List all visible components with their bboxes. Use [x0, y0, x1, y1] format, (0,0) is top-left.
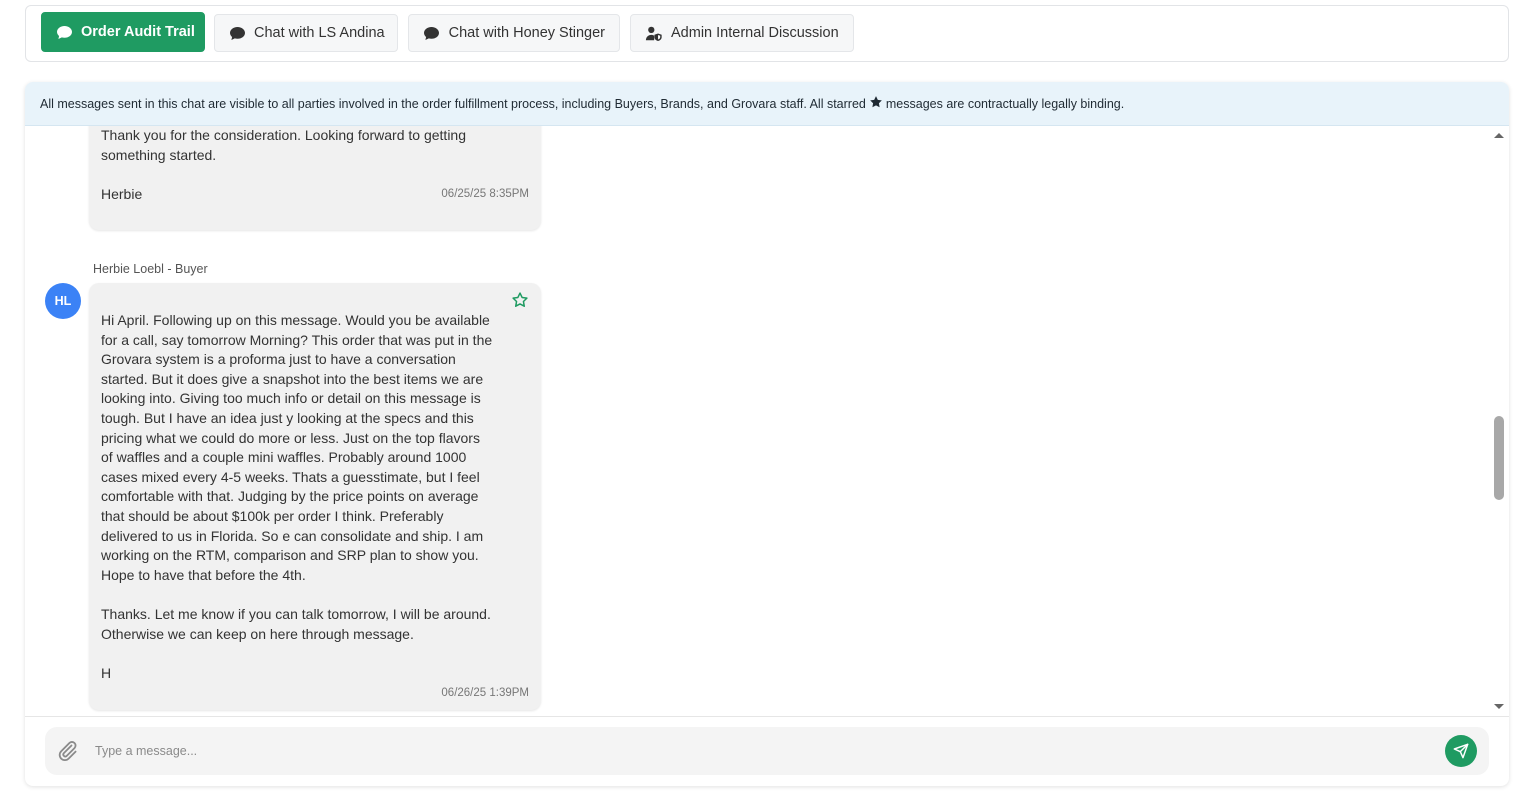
message-timestamp: 06/25/25 8:35PM — [441, 188, 529, 200]
scroll-up-arrow-icon[interactable] — [1493, 130, 1505, 140]
message-scrollbar[interactable] — [1493, 130, 1505, 712]
scroll-down-arrow-icon[interactable] — [1493, 702, 1505, 712]
send-button[interactable] — [1445, 735, 1477, 767]
message-timestamp: 06/26/25 1:39PM — [441, 687, 529, 699]
chat-bubble-icon — [229, 25, 246, 41]
tab-label: Chat with LS Andina — [254, 25, 385, 41]
tab-admin-internal-discussion[interactable]: Admin Internal Discussion — [630, 14, 854, 52]
chat-bubble-icon — [56, 24, 73, 40]
user-shield-icon — [645, 25, 663, 41]
tab-label: Order Audit Trail — [81, 24, 195, 40]
tab-chat-honey-stinger[interactable]: Chat with Honey Stinger — [408, 14, 620, 52]
tab-chat-ls-andina[interactable]: Chat with LS Andina — [214, 14, 398, 52]
composer-divider — [25, 716, 1509, 717]
tab-order-audit-trail[interactable]: Order Audit Trail — [41, 12, 205, 52]
chat-tab-bar: Order Audit Trail Chat with LS Andina Ch… — [25, 5, 1509, 62]
message-composer — [45, 727, 1489, 775]
star-outline-icon[interactable] — [511, 291, 529, 309]
message-bubble: Thank you for the consideration. Looking… — [89, 126, 541, 230]
tab-label: Admin Internal Discussion — [671, 25, 839, 41]
send-icon — [1453, 743, 1469, 759]
notice-text-before: All messages sent in this chat are visib… — [40, 96, 866, 111]
visibility-notice: All messages sent in this chat are visib… — [25, 82, 1509, 126]
message-list[interactable]: Thank you for the consideration. Looking… — [25, 126, 1495, 716]
tab-label: Chat with Honey Stinger — [448, 25, 605, 41]
avatar: HL — [45, 283, 81, 319]
message-input[interactable] — [95, 737, 1425, 765]
message-bubble: Hi April. Following up on this message. … — [89, 283, 541, 710]
notice-text-after: messages are contractually legally bindi… — [885, 96, 1125, 111]
star-filled-icon — [869, 95, 883, 112]
message-sender: Herbie Loebl - Buyer — [93, 262, 208, 276]
message-text: Hi April. Following up on this message. … — [101, 312, 493, 681]
paperclip-icon[interactable] — [55, 739, 79, 763]
scrollbar-thumb[interactable] — [1494, 416, 1504, 500]
chat-panel: All messages sent in this chat are visib… — [25, 82, 1509, 786]
chat-bubble-icon — [423, 25, 441, 41]
